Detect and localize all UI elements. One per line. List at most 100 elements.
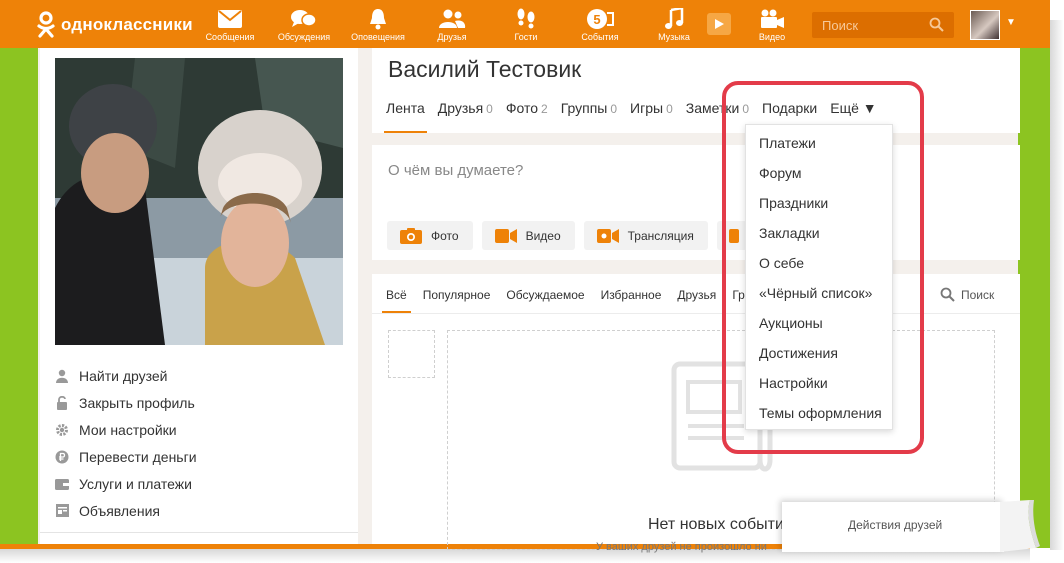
ads-icon — [55, 504, 69, 518]
start-broadcast-button[interactable]: Трансляция — [583, 221, 708, 250]
events-icon: 5 — [568, 6, 632, 32]
feed-tab-all[interactable]: Всё — [382, 288, 411, 313]
left-link-label: Услуги и платежи — [79, 475, 192, 492]
feed-search-label: Поиск — [961, 287, 995, 302]
empty-feed-title: Нет новых событи — [648, 516, 784, 533]
left-link-close-profile[interactable]: Закрыть профиль — [55, 389, 197, 416]
nav-music-label: Музыка — [658, 32, 690, 42]
tab-count: 2 — [541, 102, 548, 116]
broadcast-icon — [596, 228, 620, 244]
search-box — [812, 12, 954, 38]
logo[interactable]: одноклассники — [36, 11, 193, 39]
tab-games[interactable]: Игры 0 — [630, 100, 673, 133]
logo-text: одноклассники — [61, 15, 193, 34]
tab-label: Друзья — [437, 100, 484, 116]
left-links: Найти друзей Закрыть профиль Мои настрой… — [55, 362, 197, 524]
composer-buttons: Фото Видео Трансляция — [387, 221, 756, 250]
left-link-label: Объявления — [79, 502, 160, 519]
left-link-find-friends[interactable]: Найти друзей — [55, 362, 197, 389]
discussions-icon — [272, 6, 336, 32]
search-icon — [940, 287, 955, 302]
left-link-label: Найти друзей — [79, 367, 168, 384]
tab-count: 0 — [486, 102, 493, 116]
nav-messages[interactable]: Сообщения — [198, 6, 262, 46]
nav-events[interactable]: 5 События — [568, 6, 632, 46]
search-input[interactable] — [822, 17, 922, 33]
nav-messages-label: Сообщения — [205, 32, 255, 42]
tab-count: 0 — [610, 102, 618, 116]
left-link-label: Закрыть профиль — [79, 394, 195, 411]
feed-placeholder-thumb — [388, 330, 435, 378]
left-link-transfer-money[interactable]: Перевести деньги — [55, 443, 197, 470]
composer-input[interactable]: О чём вы думаете? — [388, 162, 523, 179]
camera-icon — [399, 227, 423, 244]
page-curl — [1000, 500, 1040, 552]
play-icon — [715, 19, 724, 29]
add-video-label: Видео — [525, 228, 561, 243]
ok-logo-icon — [36, 11, 56, 39]
video-camera-icon — [740, 6, 804, 32]
video-icon — [494, 228, 518, 244]
nav-friends[interactable]: Друзья — [420, 6, 484, 46]
start-broadcast-label: Трансляция — [627, 228, 694, 243]
music-note-icon — [642, 6, 706, 32]
add-video-button[interactable]: Видео — [481, 221, 575, 250]
feed-tab-friends[interactable]: Друзья — [677, 288, 716, 313]
friends-actions-label: Действия друзей — [848, 518, 943, 532]
profile-photo[interactable] — [55, 58, 343, 345]
nav-notifications-label: Оповещения — [351, 32, 405, 42]
tab-feed[interactable]: Лента — [384, 100, 427, 133]
user-avatar[interactable] — [970, 10, 1000, 40]
avatar-menu-caret-icon[interactable]: ▼ — [1006, 17, 1016, 28]
empty-feed-subtitle: У ваших друзей не произошло ни — [596, 541, 767, 553]
annotation-highlight — [722, 81, 924, 454]
feed-tab-popular[interactable]: Популярное — [423, 288, 491, 313]
gear-icon — [55, 423, 69, 437]
left-link-services-payments[interactable]: Услуги и платежи — [55, 470, 197, 497]
left-link-my-settings[interactable]: Мои настройки — [55, 416, 197, 443]
feed-tab-discussed[interactable]: Обсуждаемое — [506, 288, 584, 313]
page-shadow-right — [1050, 20, 1064, 550]
feed-filter-tabs: Всё Популярное Обсуждаемое Избранное Дру… — [382, 288, 761, 313]
footprints-icon — [494, 6, 558, 32]
events-badge: 5 — [593, 12, 600, 27]
tab-photos[interactable]: Фото 2 — [506, 100, 548, 133]
nav-events-label: События — [581, 32, 619, 42]
tab-count: 0 — [666, 102, 673, 116]
nav-music[interactable]: Музыка — [642, 6, 706, 46]
nav-friends-label: Друзья — [437, 32, 467, 42]
video-play-button[interactable] — [707, 13, 731, 35]
tab-label: Фото — [505, 100, 539, 116]
bell-icon — [346, 6, 410, 32]
nav-discussions[interactable]: Обсуждения — [272, 6, 336, 46]
tab-label: Лента — [386, 100, 425, 116]
nav-guests-label: Гости — [514, 32, 538, 42]
nav-video-label: Видео — [758, 32, 786, 42]
left-link-label: Мои настройки — [79, 421, 177, 438]
friends-actions-panel[interactable]: Действия друзей — [782, 502, 1004, 552]
envelope-icon — [198, 6, 262, 32]
person-icon — [55, 369, 69, 383]
profile-name: Василий Тестовик — [388, 56, 582, 82]
nav-guests[interactable]: Гости — [494, 6, 558, 46]
tab-label: Группы — [560, 100, 608, 116]
left-column: Найти друзей Закрыть профиль Мои настрой… — [40, 48, 358, 544]
feed-tab-favorites[interactable]: Избранное — [601, 288, 662, 313]
left-link-ads[interactable]: Объявления — [55, 497, 197, 524]
feed-search-button[interactable]: Поиск — [940, 287, 994, 302]
nav-video[interactable]: Видео — [740, 6, 804, 46]
left-column-divider — [40, 532, 358, 533]
screenshot-frame: одноклассники Сообщения Обсуждения Опове… — [0, 0, 1064, 563]
tab-groups[interactable]: Группы 0 — [561, 100, 617, 133]
add-photo-label: Фото — [431, 228, 459, 243]
add-photo-button[interactable]: Фото — [387, 221, 473, 250]
unlock-icon — [55, 395, 69, 410]
friends-icon — [420, 6, 484, 32]
search-icon[interactable] — [929, 17, 944, 37]
ruble-icon — [55, 450, 69, 464]
left-link-label: Перевести деньги — [79, 448, 197, 465]
nav-discussions-label: Обсуждения — [277, 32, 331, 42]
tab-friends[interactable]: Друзья 0 — [438, 100, 493, 133]
nav-notifications[interactable]: Оповещения — [346, 6, 410, 46]
tab-label: Игры — [630, 100, 664, 116]
